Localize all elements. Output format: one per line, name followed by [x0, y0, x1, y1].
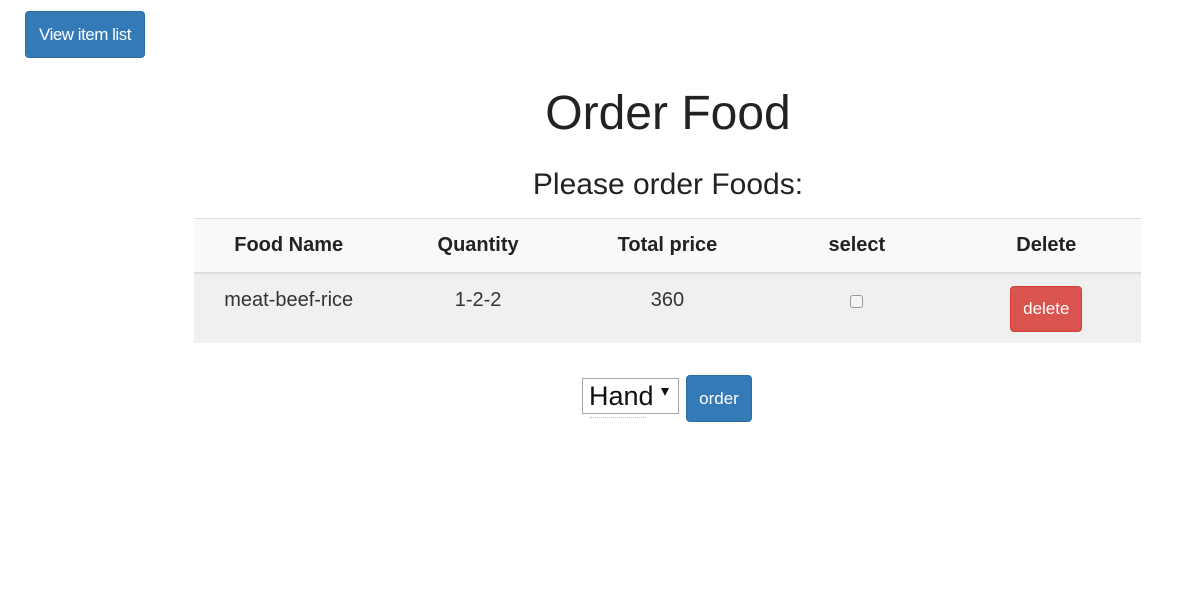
- delete-button[interactable]: delete: [1010, 285, 1083, 332]
- column-header-quantity: Quantity: [437, 233, 519, 256]
- table-header-row: Food Name Quantity Total price select De…: [194, 218, 1141, 273]
- column-header-delete: Delete: [1016, 233, 1077, 256]
- view-item-list-button[interactable]: View item list: [25, 11, 145, 58]
- food-name-cell: meat-beef-rice: [224, 288, 354, 311]
- delivery-method-select[interactable]: Hand: [582, 378, 679, 414]
- table-row: meat-beef-rice 1-2-2 360 delete: [194, 272, 1141, 343]
- quantity-cell: 1-2-2: [454, 288, 502, 311]
- select-checkbox[interactable]: [850, 294, 864, 308]
- order-button[interactable]: order: [686, 375, 752, 422]
- select-focus-underline: [590, 417, 646, 418]
- delivery-method-value: Hand: [589, 380, 654, 411]
- column-header-select: select: [828, 233, 886, 256]
- select-cell: [762, 273, 951, 343]
- column-header-food-name: Food Name: [234, 233, 344, 256]
- page-title: Order Food: [545, 87, 791, 140]
- column-header-total-price: Total price: [617, 233, 718, 256]
- page-subtitle: Please order Foods:: [532, 168, 804, 201]
- total-price-cell: 360: [650, 288, 685, 311]
- delete-cell: delete: [952, 273, 1141, 343]
- dropdown-arrow-icon: [661, 388, 669, 396]
- order-table: Food Name Quantity Total price select De…: [194, 218, 1141, 343]
